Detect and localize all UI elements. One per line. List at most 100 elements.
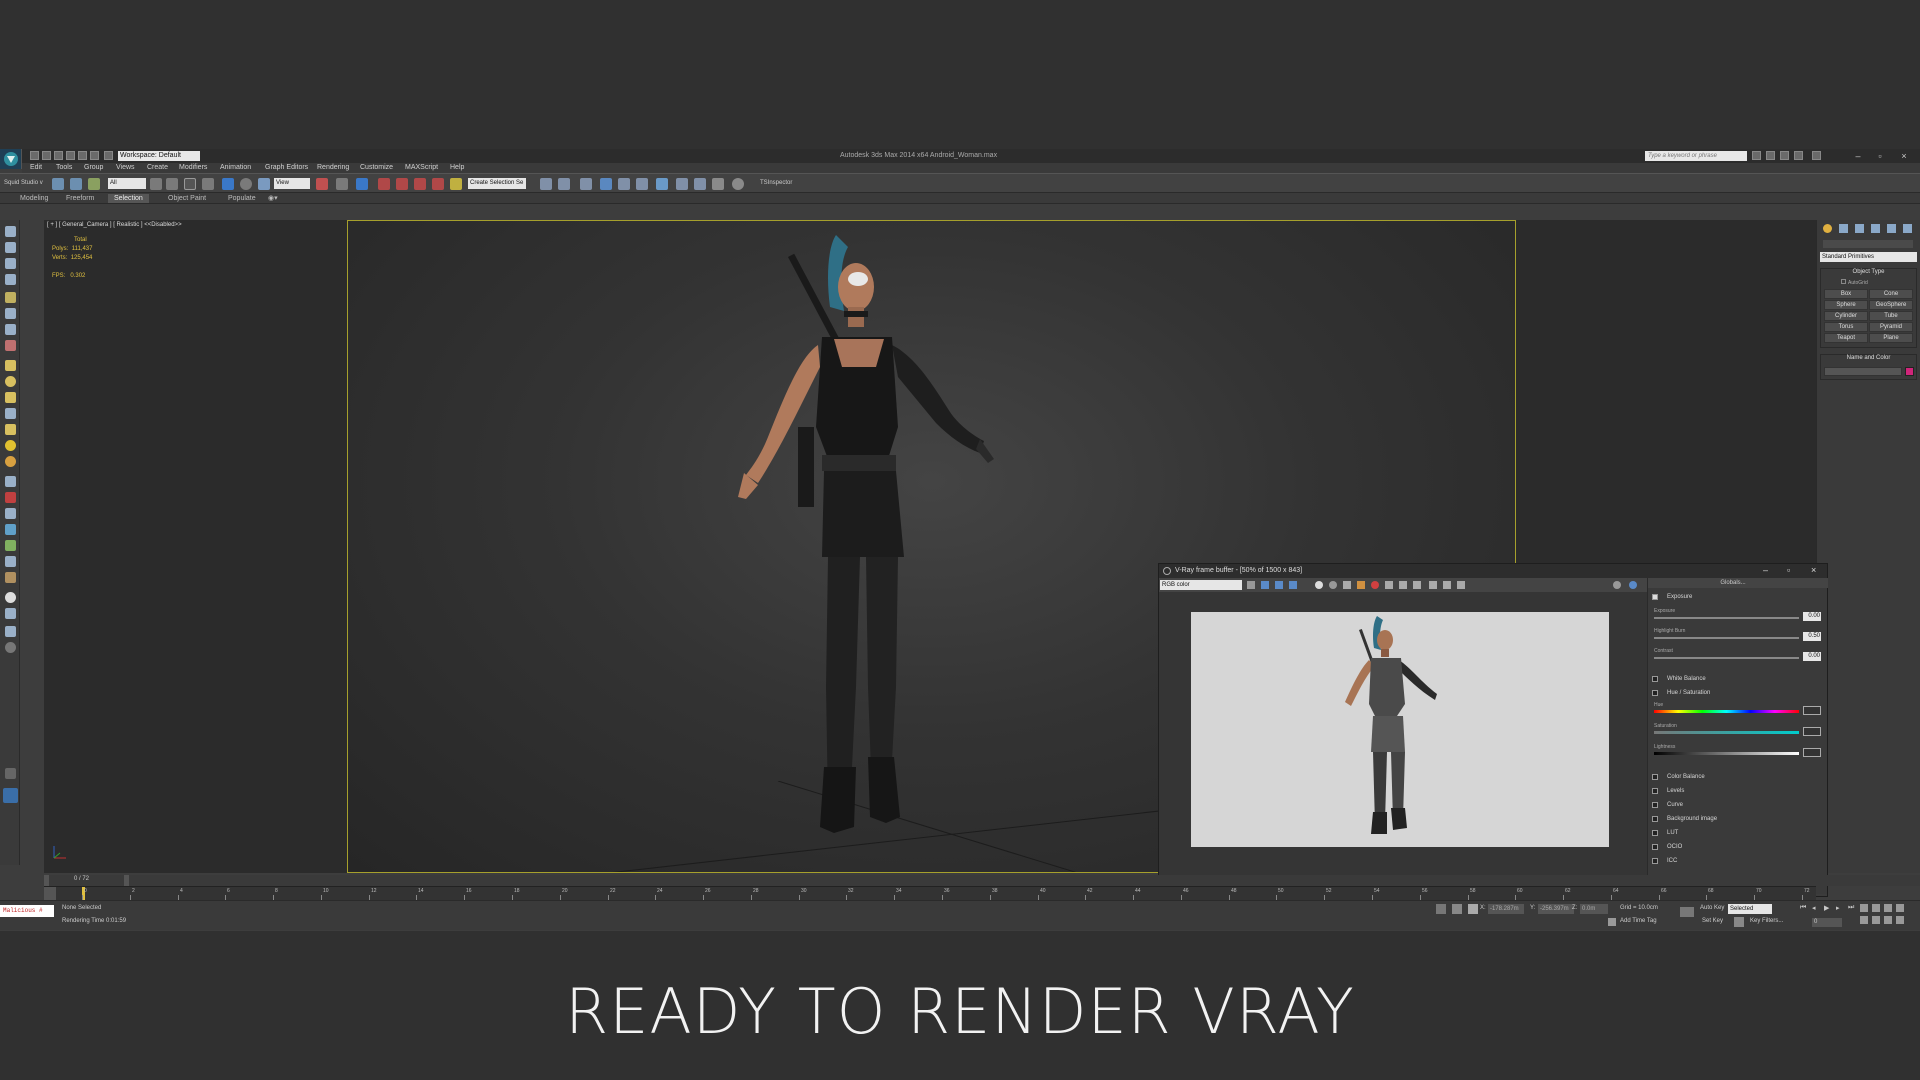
vfb-close-icon[interactable]: ×: [1811, 565, 1816, 575]
torus-button[interactable]: Torus: [1824, 322, 1868, 332]
icc-row[interactable]: ICC: [1652, 856, 1824, 866]
default-in-out-icon[interactable]: [1734, 917, 1744, 927]
menu-rendering[interactable]: Rendering: [317, 164, 349, 171]
hierarchy-icon[interactable]: [5, 508, 16, 519]
red-channel-icon[interactable]: [1261, 581, 1269, 589]
tab-freeform[interactable]: Freeform: [60, 194, 100, 203]
snaps-toggle-icon[interactable]: [378, 178, 390, 190]
bone-icon[interactable]: [5, 340, 16, 351]
xref-icon[interactable]: [5, 572, 16, 583]
keyboard-shortcut-icon[interactable]: [356, 178, 368, 190]
help-icon[interactable]: [1812, 151, 1821, 160]
maxscript-listener[interactable]: Malicious #: [0, 905, 54, 917]
project-folder-icon[interactable]: [90, 151, 99, 160]
vray-render-icon[interactable]: [732, 178, 744, 190]
move-icon[interactable]: [222, 178, 234, 190]
saturation-slider[interactable]: [1654, 731, 1799, 734]
rendered-image[interactable]: [1191, 612, 1609, 847]
zoom-extents-icon[interactable]: [1884, 904, 1892, 912]
hue-saturation-checkbox[interactable]: [1652, 690, 1658, 696]
sphere-object-icon[interactable]: [5, 376, 16, 387]
object-color-swatch[interactable]: [1905, 367, 1914, 376]
tab-modeling[interactable]: Modeling: [14, 194, 54, 203]
cone-button[interactable]: Cone: [1869, 289, 1913, 299]
search-input[interactable]: Type a keyword or phrase: [1645, 151, 1747, 161]
vfb-maximize-icon[interactable]: ▫: [1787, 565, 1790, 575]
utilities-icon[interactable]: [5, 556, 16, 567]
region-render-icon[interactable]: [1399, 581, 1407, 589]
spinner-snap-icon[interactable]: [432, 178, 444, 190]
track-mouse-icon[interactable]: [1385, 581, 1393, 589]
camera-icon[interactable]: [5, 324, 16, 335]
render-production-icon[interactable]: [712, 178, 724, 190]
table-icon[interactable]: [5, 626, 16, 637]
mini-curve-editor-icon[interactable]: [44, 887, 56, 900]
hue-saturation-row[interactable]: Hue / Saturation: [1652, 688, 1824, 698]
highlight-burn-value[interactable]: 0.50: [1803, 632, 1821, 641]
save-icon[interactable]: [1343, 581, 1351, 589]
character-model[interactable]: [688, 227, 1108, 867]
time-slider[interactable]: 0 / 72: [44, 875, 1920, 886]
viewport-label[interactable]: [ + ] [ General_Camera ] [ Realistic ] <…: [47, 222, 182, 228]
tab-object-paint[interactable]: Object Paint: [162, 194, 212, 203]
new-file-icon[interactable]: [30, 151, 39, 160]
ocio-row[interactable]: OCIO: [1652, 842, 1824, 852]
space-warp-icon[interactable]: [5, 476, 16, 487]
cylinder-button[interactable]: Cylinder: [1824, 311, 1868, 321]
mirror-icon[interactable]: [540, 178, 552, 190]
sun-icon[interactable]: [5, 440, 16, 451]
hue-value[interactable]: [1803, 706, 1821, 715]
torus-object-icon[interactable]: [5, 392, 16, 403]
previous-frame-icon[interactable]: ◂: [1812, 904, 1816, 912]
layer-explorer-icon[interactable]: [580, 178, 592, 190]
autogrid-checkbox[interactable]: AutoGrid: [1841, 279, 1868, 286]
background-image-checkbox[interactable]: [1652, 816, 1658, 822]
next-frame-icon[interactable]: ▸: [1836, 904, 1840, 912]
time-tag-icon[interactable]: [1608, 918, 1616, 926]
levels-checkbox[interactable]: [1652, 788, 1658, 794]
graphite-toggle-icon[interactable]: [600, 178, 612, 190]
follow-mouse-icon[interactable]: [1413, 581, 1421, 589]
contrast-slider[interactable]: [1654, 657, 1799, 659]
isolate-icon[interactable]: [1436, 904, 1446, 914]
highlight-burn-slider[interactable]: [1654, 637, 1799, 639]
info-icon[interactable]: [5, 642, 16, 653]
tab-selection[interactable]: Selection: [108, 194, 149, 203]
select-icon[interactable]: [5, 226, 16, 237]
bind-space-warp-icon[interactable]: [88, 178, 100, 190]
object-name-field[interactable]: [1824, 367, 1902, 376]
plane-button[interactable]: Plane: [1869, 333, 1913, 343]
interactive-render-icon[interactable]: [1443, 581, 1451, 589]
list-icon[interactable]: [5, 274, 16, 285]
motion-tab-icon[interactable]: [1871, 224, 1880, 233]
blue-channel-icon[interactable]: [1289, 581, 1297, 589]
key-filters-button[interactable]: Key Filters...: [1750, 918, 1783, 924]
ribbon-options-icon[interactable]: ◉▾: [268, 194, 278, 203]
toolbar-label[interactable]: Squid Studio v: [4, 180, 43, 186]
app-logo-icon[interactable]: [0, 149, 22, 169]
geosphere-button[interactable]: GeoSphere: [1869, 300, 1913, 310]
pan-icon[interactable]: [1872, 916, 1880, 924]
white-balance-checkbox[interactable]: [1652, 676, 1658, 682]
helper-icon[interactable]: [5, 308, 16, 319]
window-crossing-icon[interactable]: [202, 178, 214, 190]
vfb-minimize-icon[interactable]: –: [1763, 565, 1768, 575]
set-key-button[interactable]: Set Key: [1702, 918, 1723, 924]
link-icon[interactable]: [52, 178, 64, 190]
workspace-icon[interactable]: [104, 151, 113, 160]
track-bar[interactable]: 0 2 4 6 8 10 12 14 16 18 20 22 24 26 28 30 32 34 36 38 40 42 4…: [44, 886, 1816, 900]
menu-views[interactable]: Views: [116, 164, 135, 171]
pyramid-button[interactable]: Pyramid: [1869, 322, 1913, 332]
exposure-value[interactable]: 0.00: [1803, 612, 1821, 621]
menu-edit[interactable]: Edit: [30, 164, 42, 171]
globals-button[interactable]: Globals...: [1648, 578, 1818, 588]
tube-button[interactable]: Tube: [1869, 311, 1913, 321]
zoom-extents-all-icon[interactable]: [1896, 904, 1904, 912]
add-time-tag[interactable]: Add Time Tag: [1620, 918, 1657, 924]
tab-populate[interactable]: Populate: [222, 194, 262, 203]
unlink-icon[interactable]: [70, 178, 82, 190]
angle-snap-icon[interactable]: [396, 178, 408, 190]
frame-indicator[interactable]: 0 / 72: [74, 876, 89, 882]
lut-checkbox[interactable]: [1652, 830, 1658, 836]
cone-object-icon[interactable]: [5, 424, 16, 435]
